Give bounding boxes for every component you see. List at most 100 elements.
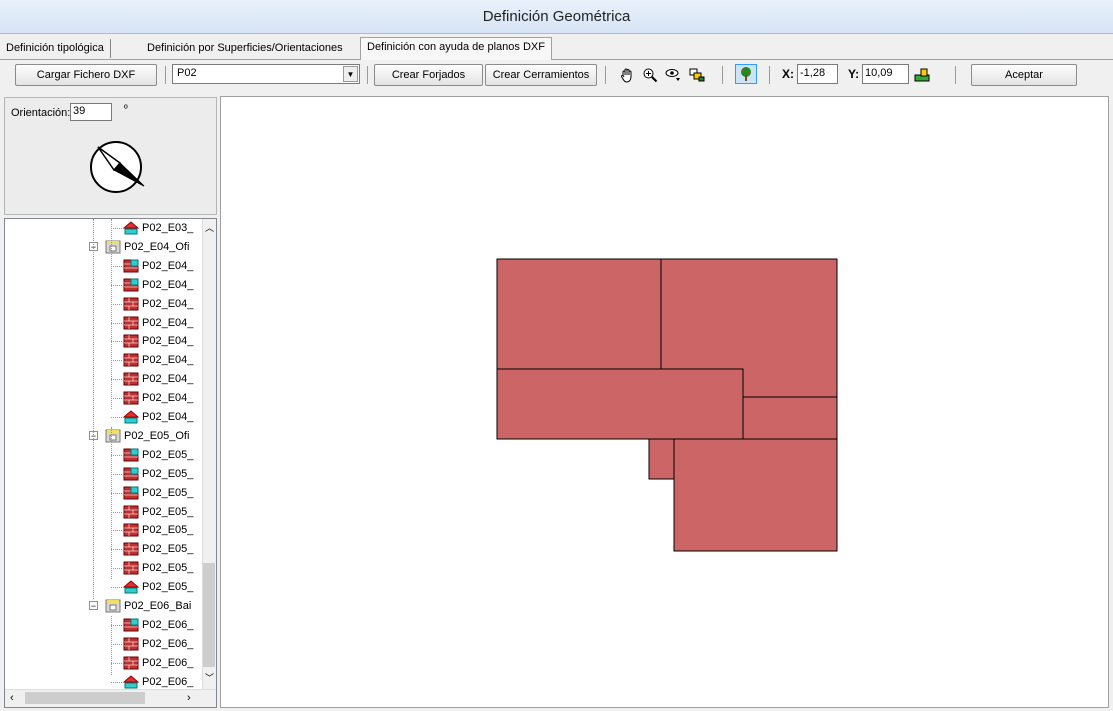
collapse-toggle-icon[interactable]: − (89, 601, 98, 611)
tree-node-label: P02_E06_Bai (124, 600, 192, 612)
tree-leaf-node[interactable]: P02_E04_ (123, 351, 193, 369)
chevron-up-icon[interactable]: ︿ (205, 221, 214, 234)
tree-vertical-scroll-thumb[interactable] (203, 563, 215, 667)
tree-leaf-node[interactable]: P02_E06_ (123, 616, 193, 634)
chevron-left-icon[interactable]: ‹ (10, 692, 14, 704)
space-folder-icon (105, 240, 121, 254)
create-slabs-button[interactable]: Crear Forjados (374, 64, 483, 86)
tab-dxf[interactable]: Definición con ayuda de planos DXF (360, 37, 552, 60)
pan-hand-icon[interactable] (618, 66, 636, 84)
tree-leaf-node[interactable]: P02_E04_ (123, 370, 193, 388)
tree-node-label: P02_E05_ (142, 448, 194, 461)
tree-connector-line (111, 530, 122, 532)
tree-leaf-node[interactable]: P02_E05_ (123, 540, 193, 558)
chevron-down-icon[interactable]: ▼ (343, 66, 358, 82)
tree-leaf-node[interactable]: P02_E06_ (122, 673, 193, 691)
title-bar: Definición Geométrica (0, 0, 1113, 34)
tree-node-label: P02_E06_ (142, 656, 194, 669)
tree-group-node[interactable]: P02_E06_Bai (105, 597, 191, 615)
tree-leaf-node[interactable]: P02_E05_ (122, 578, 193, 596)
y-coordinate-field[interactable]: 10,09 (862, 64, 909, 84)
brick-wall-icon (123, 656, 139, 670)
chevron-down-icon[interactable]: ﹀ (205, 671, 214, 684)
create-walls-button[interactable]: Crear Cerramientos (485, 64, 597, 86)
tree-connector-line (111, 398, 122, 400)
accept-button[interactable]: Aceptar (971, 64, 1077, 86)
brick-wall-icon (123, 523, 139, 537)
space-polygon[interactable] (673, 438, 838, 552)
tree-connector-line (111, 492, 122, 494)
dxf-drawing-canvas[interactable] (220, 96, 1109, 708)
tree-connector-line (111, 284, 122, 286)
tree-node-label: P02_E04_ (142, 335, 194, 348)
tree-leaf-node[interactable]: P02_E04_ (123, 295, 193, 313)
tree-group-node[interactable]: P02_E05_Ofi (105, 427, 189, 445)
tab-typological[interactable]: Definición tipológica (0, 39, 111, 58)
floor-select-value: P02 (177, 67, 197, 79)
brick-wall-icon (123, 561, 139, 575)
tree-connector-line (93, 219, 94, 599)
tree-leaf-node[interactable]: P02_E04_ (123, 276, 193, 294)
brick-wall-icon (123, 297, 139, 311)
tree-node-label: P02_E04_ (142, 297, 194, 310)
separator (605, 66, 606, 84)
tree-node-label: P02_E05_ (142, 524, 194, 537)
zoom-in-icon[interactable] (641, 66, 659, 84)
set-point-icon[interactable] (913, 66, 931, 84)
layers-icon[interactable] (688, 66, 706, 84)
tree-leaf-node[interactable]: P02_E06_ (123, 654, 193, 672)
tab-strip: Definición tipológica Definición por Sup… (0, 37, 1113, 60)
tab-surfaces[interactable]: Definición por Superficies/Orientaciones (141, 39, 349, 58)
space-folder-icon (105, 599, 121, 613)
tree-leaf-node[interactable]: P02_E05_ (123, 503, 193, 521)
tree-node-label: P02_E04_Ofi (124, 240, 190, 253)
tree-node-label: P02_E05_ (142, 562, 194, 575)
tree-node-label: P02_E05_ (142, 505, 194, 518)
floor-select[interactable]: P02 ▼ (172, 64, 360, 84)
orientation-field[interactable]: 39 (70, 103, 112, 121)
tree-connector-line (111, 303, 122, 305)
tree-node-label: P02_E04_ (142, 316, 194, 329)
tree-leaf-node[interactable]: P02_E05_ (123, 465, 193, 483)
tree-node-label: P02_E05_ (142, 543, 194, 556)
space-polygon[interactable] (496, 258, 662, 370)
window-wall-icon (123, 618, 139, 632)
window-wall-icon (123, 486, 139, 500)
tree-node-label: P02_E04_ (142, 354, 194, 367)
tree-leaf-node[interactable]: P02_E05_ (123, 446, 193, 464)
tree-connector-line (111, 662, 122, 664)
tree-leaf-node[interactable]: P02_E03_ (122, 219, 194, 237)
window-wall-icon (123, 278, 139, 292)
tree-leaf-node[interactable]: P02_E04_ (122, 408, 193, 426)
tree-node-label: P02_E03_ (142, 222, 194, 234)
tree-leaf-node[interactable]: P02_E05_ (123, 521, 193, 539)
separator (722, 66, 723, 84)
tree-leaf-node[interactable]: P02_E06_ (123, 635, 193, 653)
tree-node-label: P02_E04_ (142, 392, 194, 405)
tree-icon[interactable] (735, 64, 757, 84)
load-dxf-button[interactable]: Cargar Fichero DXF (15, 64, 157, 86)
chevron-right-icon[interactable]: › (187, 692, 191, 704)
toolbar: Cargar Fichero DXF P02 ▼ Crear Forjados … (0, 61, 1113, 89)
roof-icon (122, 674, 140, 689)
tree-group-node[interactable]: P02_E04_Ofi (105, 238, 189, 256)
tree-leaf-node[interactable]: P02_E05_ (123, 484, 193, 502)
tree-leaf-node[interactable]: P02_E04_ (123, 257, 193, 275)
tree-connector-line (111, 643, 122, 645)
tree-leaf-node[interactable]: P02_E04_ (123, 314, 193, 332)
view-eye-icon[interactable] (664, 66, 682, 84)
tree-horizontal-scroll-thumb[interactable] (25, 692, 145, 704)
space-polygon[interactable] (496, 368, 744, 440)
tree-leaf-node[interactable]: P02_E04_ (123, 332, 193, 350)
tree-node-label: P02_E05_ (142, 486, 194, 499)
tree-connector-line (111, 228, 122, 229)
tree-leaf-node[interactable]: P02_E05_ (123, 559, 193, 577)
x-coordinate-field[interactable]: -1,28 (797, 64, 838, 84)
tree-connector-line (111, 322, 122, 324)
tree-connector-line (111, 454, 122, 456)
brick-wall-icon (123, 334, 139, 348)
y-coordinate-label: Y: (848, 67, 860, 81)
tree-leaf-node[interactable]: P02_E04_ (123, 389, 193, 407)
space-tree[interactable]: P02_E03_ P02_E04_Ofi − P02_E04_ P02_E04_ P02_… (4, 218, 217, 708)
x-coordinate-label: X: (782, 67, 794, 81)
